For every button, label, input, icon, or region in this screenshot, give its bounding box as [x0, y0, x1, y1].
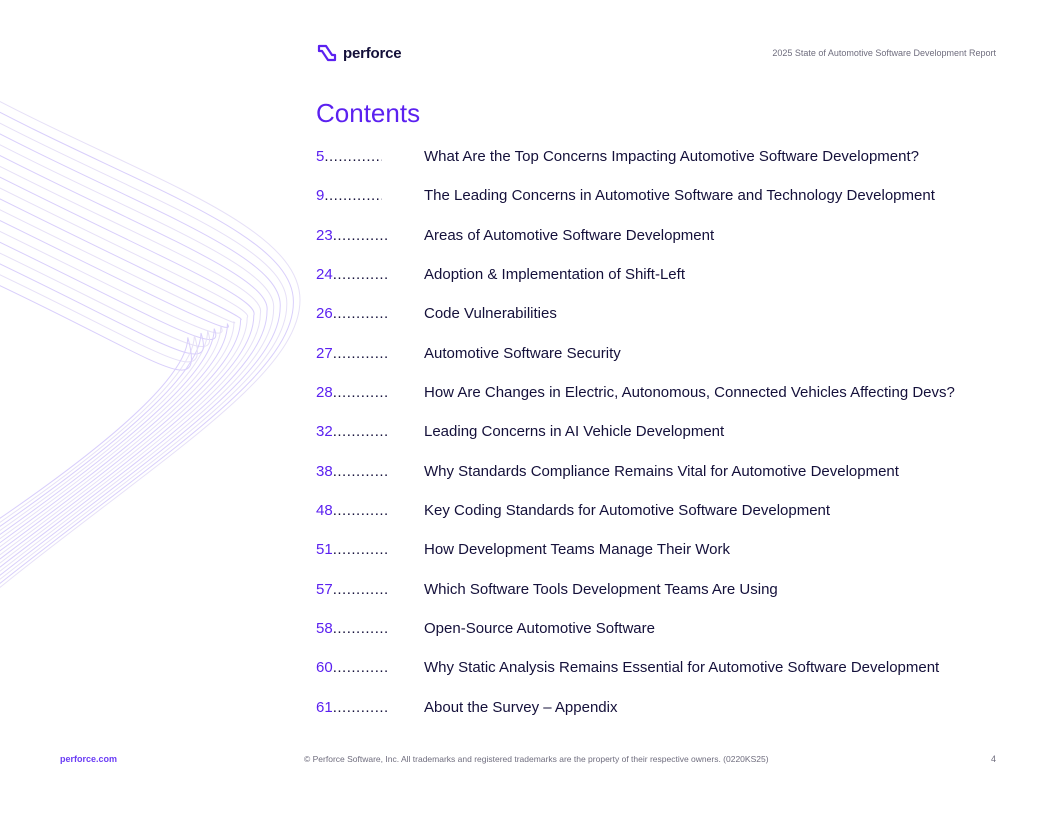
toc-entry[interactable]: 24............ Adoption & Implementation … [316, 265, 996, 304]
toc-dot-leader: ............ [332, 384, 389, 402]
toc-dot-leader: ............ [332, 305, 389, 323]
toc-entry[interactable]: 9.............. The Leading Concerns in A… [316, 186, 996, 225]
toc-entry-title: Open-Source Automotive Software [424, 620, 655, 638]
toc-page-number: 24 [316, 266, 333, 284]
decorative-wave-line [0, 144, 275, 572]
toc-entry-title: Which Software Tools Development Teams A… [424, 580, 778, 598]
toc-entry[interactable]: 28............ How Are Changes in Electri… [316, 383, 996, 422]
toc-entry[interactable]: 60............ Why Static Analysis Remain… [316, 658, 996, 697]
perforce-logo: perforce [316, 43, 402, 63]
decorative-wave-line [0, 263, 204, 527]
toc-page-number: 57 [316, 580, 333, 598]
toc-entry-leader: 24............ [316, 265, 400, 285]
toc-page-number: 26 [316, 305, 333, 323]
toc-page-number: 58 [316, 620, 333, 638]
brand-name: perforce [343, 44, 402, 62]
toc-page-number: 23 [316, 226, 333, 244]
toc-entry-title: The Leading Concerns in Automotive Softw… [424, 187, 935, 205]
toc-entry-title: Leading Concerns in AI Vehicle Developme… [424, 423, 725, 441]
toc-entry-title: Key Coding Standards for Automotive Soft… [424, 502, 831, 520]
toc-entry[interactable]: 5.............. What Are the Top Concerns… [316, 147, 996, 186]
toc-entry[interactable]: 61............ About the Survey – Appendi… [316, 698, 996, 737]
toc-entry[interactable]: 51............ How Development Teams Mana… [316, 540, 996, 579]
decorative-wave-lines [0, 100, 301, 589]
toc-entry[interactable]: 57............ Which Software Tools Devel… [316, 580, 996, 619]
toc-entry-title: About the Survey – Appendix [424, 698, 618, 716]
toc-entry-leader: 60............ [316, 658, 400, 678]
toc-entry-title: Code Vulnerabilities [424, 305, 557, 323]
toc-dot-leader: ............ [332, 698, 389, 716]
toc-entry-leader: 26............ [316, 304, 400, 324]
toc-entry-title: How Are Changes in Electric, Autonomous,… [424, 384, 955, 402]
toc-dot-leader: ............ [332, 266, 389, 284]
toc-entry[interactable]: 48............ Key Coding Standards for A… [316, 501, 996, 540]
toc-entry-leader: 9.............. [316, 186, 400, 206]
toc-entry[interactable]: 23............ Areas of Automotive Softwa… [316, 226, 996, 265]
toc-entry-leader: 23............ [316, 226, 400, 246]
footer-legal-notice: © Perforce Software, Inc. All trademarks… [304, 754, 769, 764]
page-number: 4 [990, 754, 996, 764]
toc-dot-leader: ............ [332, 423, 389, 441]
toc-entry[interactable]: 38............ Why Standards Compliance R… [316, 462, 996, 501]
toc-entry-title: Automotive Software Security [424, 344, 621, 362]
toc-entry-leader: 58............ [316, 619, 400, 639]
toc-entry-title: How Development Teams Manage Their Work [424, 541, 730, 559]
toc-page-number: 27 [316, 344, 333, 362]
toc-dot-leader: .............. [324, 148, 382, 165]
toc-page-number: 60 [316, 659, 333, 677]
toc-entry-leader: 57............ [316, 580, 400, 600]
toc-page-number: 48 [316, 502, 333, 520]
footer-website-link[interactable]: perforce.com [60, 754, 117, 764]
decorative-wave-line [0, 100, 301, 589]
toc-entry-leader: 5.............. [316, 147, 400, 167]
table-of-contents: 5.............. What Are the Top Concerns… [316, 147, 996, 737]
toc-entry[interactable]: 26............ Code Vulnerabilities [316, 304, 996, 343]
toc-entry[interactable]: 58............ Open-Source Automotive Sof… [316, 619, 996, 658]
toc-page-number: 51 [316, 541, 333, 559]
toc-entry-leader: 61............ [316, 698, 400, 718]
toc-entry[interactable]: 27............ Automotive Software Securi… [316, 344, 996, 383]
toc-dot-leader: ............ [332, 620, 389, 638]
toc-page-number: 61 [316, 698, 333, 716]
decorative-wave-line [0, 187, 249, 556]
toc-entry-leader: 51............ [316, 540, 400, 560]
toc-dot-leader: ............ [332, 541, 389, 559]
toc-page-number: 28 [316, 384, 333, 402]
decorative-wave-line [0, 209, 236, 548]
toc-entry-title: Why Static Analysis Remains Essential fo… [424, 659, 940, 677]
toc-page-number: 5 [316, 148, 325, 165]
decorative-wave-line [0, 176, 255, 560]
toc-dot-leader: ............ [332, 344, 389, 362]
toc-entry-leader: 27............ [316, 344, 400, 364]
toc-entry-leader: 38............ [316, 462, 400, 482]
toc-page-number: 32 [316, 423, 333, 441]
toc-dot-leader: .............. [324, 187, 382, 205]
toc-entry-leader: 32............ [316, 422, 400, 442]
toc-page-number: 38 [316, 462, 333, 480]
report-title: 2025 State of Automotive Software Develo… [772, 48, 996, 58]
toc-entry-title: Areas of Automotive Software Development [424, 226, 715, 244]
toc-dot-leader: ............ [332, 226, 389, 244]
decorative-wave-line [0, 165, 261, 564]
toc-entry-title: What Are the Top Concerns Impacting Auto… [424, 148, 919, 165]
toc-entry[interactable]: 32............ Leading Concerns in AI Veh… [316, 422, 996, 461]
perforce-logo-icon [317, 44, 337, 62]
toc-entry-leader: 28............ [316, 383, 400, 403]
toc-entry-leader: 48............ [316, 501, 400, 521]
toc-entry-title: Why Standards Compliance Remains Vital f… [424, 462, 899, 480]
decorative-wave-line [0, 220, 229, 544]
toc-dot-leader: ............ [332, 462, 389, 480]
toc-page-number: 9 [316, 187, 325, 205]
toc-dot-leader: ............ [332, 659, 389, 677]
contents-heading: Contents [316, 98, 421, 128]
toc-dot-leader: ............ [332, 580, 389, 598]
toc-entry-title: Adoption & Implementation of Shift-Left [424, 266, 685, 284]
toc-dot-leader: ............ [332, 502, 389, 520]
